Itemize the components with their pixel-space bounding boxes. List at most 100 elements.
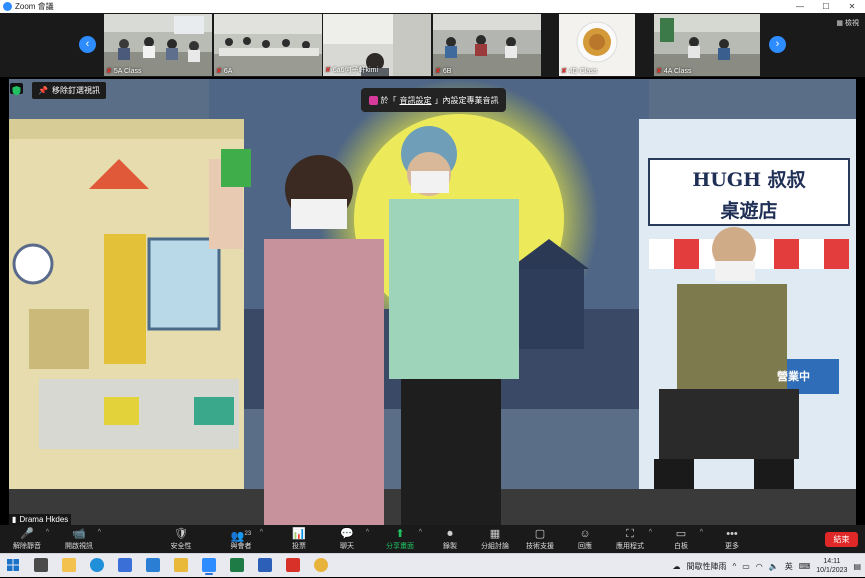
share-screen-button[interactable]: ⬆ 分享畫面 ^: [375, 527, 425, 551]
chat-icon: 💬: [340, 528, 354, 540]
support-icon: ▢: [534, 528, 546, 540]
shop-sign: HUGH 叔叔 桌遊店: [649, 165, 849, 223]
input-method-icon[interactable]: ⌨: [799, 562, 811, 571]
breakout-rooms-icon: ▦: [489, 528, 501, 540]
whiteboard-label: 白板: [674, 543, 688, 550]
chevron-up-icon[interactable]: ^: [732, 562, 736, 571]
weather-label[interactable]: 間歇性陣雨: [686, 561, 726, 572]
next-page-arrow-icon[interactable]: ›: [769, 36, 786, 53]
chevron-up-icon[interactable]: ^: [366, 529, 369, 536]
apps-icon: ⛶: [626, 528, 634, 540]
grid-icon: ▦: [836, 20, 843, 27]
whiteboard-button[interactable]: ▭ 白板 ^: [656, 527, 706, 551]
acrobat-icon[interactable]: [286, 558, 300, 572]
excel-icon[interactable]: [230, 558, 244, 572]
store-icon[interactable]: [118, 558, 132, 572]
participant-thumbnail[interactable]: ✘ 5A Class: [104, 14, 212, 76]
encryption-shield-icon[interactable]: [10, 83, 23, 96]
folder-icon[interactable]: [174, 558, 188, 572]
security-button[interactable]: 🛡 安全性: [156, 527, 206, 551]
chevron-up-icon[interactable]: ^: [700, 529, 703, 536]
video-off-icon: 📹: [72, 528, 86, 540]
window-title: Zoom 會議: [15, 2, 54, 11]
mail-icon[interactable]: [146, 558, 160, 572]
minimize-button[interactable]: —: [787, 0, 813, 13]
meeting-toolbar: 🎤 解除靜音 ^ 📹 開啟視訊 ^ 🛡 安全性 👥23 與會者 ^ 📊 投票 💬…: [0, 525, 865, 553]
chevron-up-icon[interactable]: ^: [260, 529, 263, 536]
audio-settings-notification[interactable]: 於「 音訊設定 」內設定專業音訊: [361, 88, 506, 112]
reactions-button[interactable]: ☺ 回應: [560, 527, 610, 551]
volume-icon[interactable]: 🔈: [769, 562, 779, 571]
record-icon: ⏺: [447, 528, 453, 540]
edge-browser-icon[interactable]: [90, 558, 104, 572]
view-switch-label: 檢視: [845, 20, 859, 27]
chat-button[interactable]: 💬 聊天 ^: [322, 527, 372, 551]
muted-mic-icon: ✘: [561, 68, 567, 75]
close-button[interactable]: ✕: [839, 0, 865, 13]
reactions-label: 回應: [578, 543, 592, 550]
unmute-label: 解除靜音: [13, 543, 41, 550]
participant-thumbnail[interactable]: ✘ 4D Class: [559, 14, 635, 76]
record-label: 錄製: [443, 543, 457, 550]
apps-button[interactable]: ⛶ 應用程式 ^: [605, 527, 655, 551]
participants-button[interactable]: 👥23 與會者 ^: [216, 527, 266, 551]
support-button[interactable]: ▢ 技術支援: [515, 527, 565, 551]
participant-thumbnail[interactable]: ✘ 4A Class: [654, 14, 760, 76]
display-icon[interactable]: ▭: [742, 562, 750, 571]
muted-mic-icon: ✘: [216, 68, 222, 75]
clock-date: 10/1/2023: [816, 567, 848, 574]
main-video: HUGH 叔叔 桌遊店 營業中 ▮ Drama Hkdes: [9, 79, 856, 525]
wifi-icon[interactable]: ◠: [756, 562, 763, 571]
support-label: 技術支援: [526, 543, 554, 550]
remove-pin-button[interactable]: 📌 移除釘選視訊: [32, 82, 106, 99]
muted-mic-icon: 🎤: [20, 528, 34, 540]
breakout-rooms-label: 分組討論: [481, 543, 509, 550]
security-label: 安全性: [170, 543, 192, 550]
muted-mic-icon: ✘: [656, 68, 662, 75]
maximize-button[interactable]: ☐: [813, 0, 839, 13]
muted-mic-icon: ✘: [325, 67, 331, 74]
participant-thumbnail[interactable]: ✘ 6a6何子軒kimi: [323, 14, 431, 76]
chevron-up-icon[interactable]: ^: [98, 529, 101, 536]
chevron-up-icon[interactable]: ^: [649, 529, 652, 536]
open-sign: 營業中: [777, 371, 810, 383]
zoom-logo-icon: [3, 2, 12, 11]
share-screen-icon: ⬆: [395, 528, 405, 540]
view-switch-button[interactable]: ▦ 檢視: [836, 18, 859, 28]
zoom-app-icon[interactable]: [202, 558, 216, 575]
weather-icon: ☁: [672, 561, 681, 571]
end-meeting-button[interactable]: 結束: [825, 532, 858, 547]
start-video-button[interactable]: 📹 開啟視訊 ^: [54, 527, 104, 551]
participant-thumbnail[interactable]: ✘ 6B: [433, 14, 541, 76]
chevron-up-icon[interactable]: ^: [419, 529, 422, 536]
thumbnail-label: 4A Class: [663, 67, 692, 75]
more-button[interactable]: ••• 更多: [707, 527, 757, 551]
polls-button[interactable]: 📊 投票: [274, 527, 324, 551]
participant-count: 23: [244, 531, 252, 537]
title-bar: Zoom 會議 — ☐ ✕: [0, 0, 865, 13]
zoom-window: Zoom 會議 — ☐ ✕ ‹ ✘ 5A Class ✘ 6A ✘ 6a6何子軒…: [0, 0, 865, 577]
speaker-name-badge: ▮ Drama Hkdes: [9, 514, 72, 525]
chat-label: 聊天: [340, 543, 354, 550]
record-button[interactable]: ⏺ 錄製: [425, 527, 475, 551]
windows-start-icon[interactable]: [6, 558, 20, 572]
speaker-name: Drama Hkdes: [19, 515, 69, 524]
shop-sign-line1: HUGH 叔叔: [692, 169, 806, 191]
signal-icon: ▮: [12, 515, 17, 524]
ime-indicator[interactable]: 英: [785, 561, 793, 572]
stage-video-frame: [9, 79, 856, 525]
breakout-rooms-button[interactable]: ▦ 分組討論: [470, 527, 520, 551]
unmute-button[interactable]: 🎤 解除靜音 ^: [2, 527, 52, 551]
word-icon[interactable]: [258, 558, 272, 572]
file-explorer-icon[interactable]: [62, 558, 76, 572]
chevron-up-icon[interactable]: ^: [46, 529, 49, 536]
task-view-icon[interactable]: [34, 558, 48, 572]
polls-label: 投票: [292, 543, 306, 550]
notification-icon[interactable]: ▤: [853, 562, 861, 571]
participant-thumbnail[interactable]: ✘ 6A: [214, 14, 322, 76]
chrome-icon[interactable]: [314, 558, 328, 572]
audio-settings-link[interactable]: 音訊設定: [400, 95, 432, 106]
apps-label: 應用程式: [616, 543, 644, 550]
clock[interactable]: 14:11 10/1/2023: [816, 557, 847, 575]
prev-page-arrow-icon[interactable]: ‹: [79, 36, 96, 53]
